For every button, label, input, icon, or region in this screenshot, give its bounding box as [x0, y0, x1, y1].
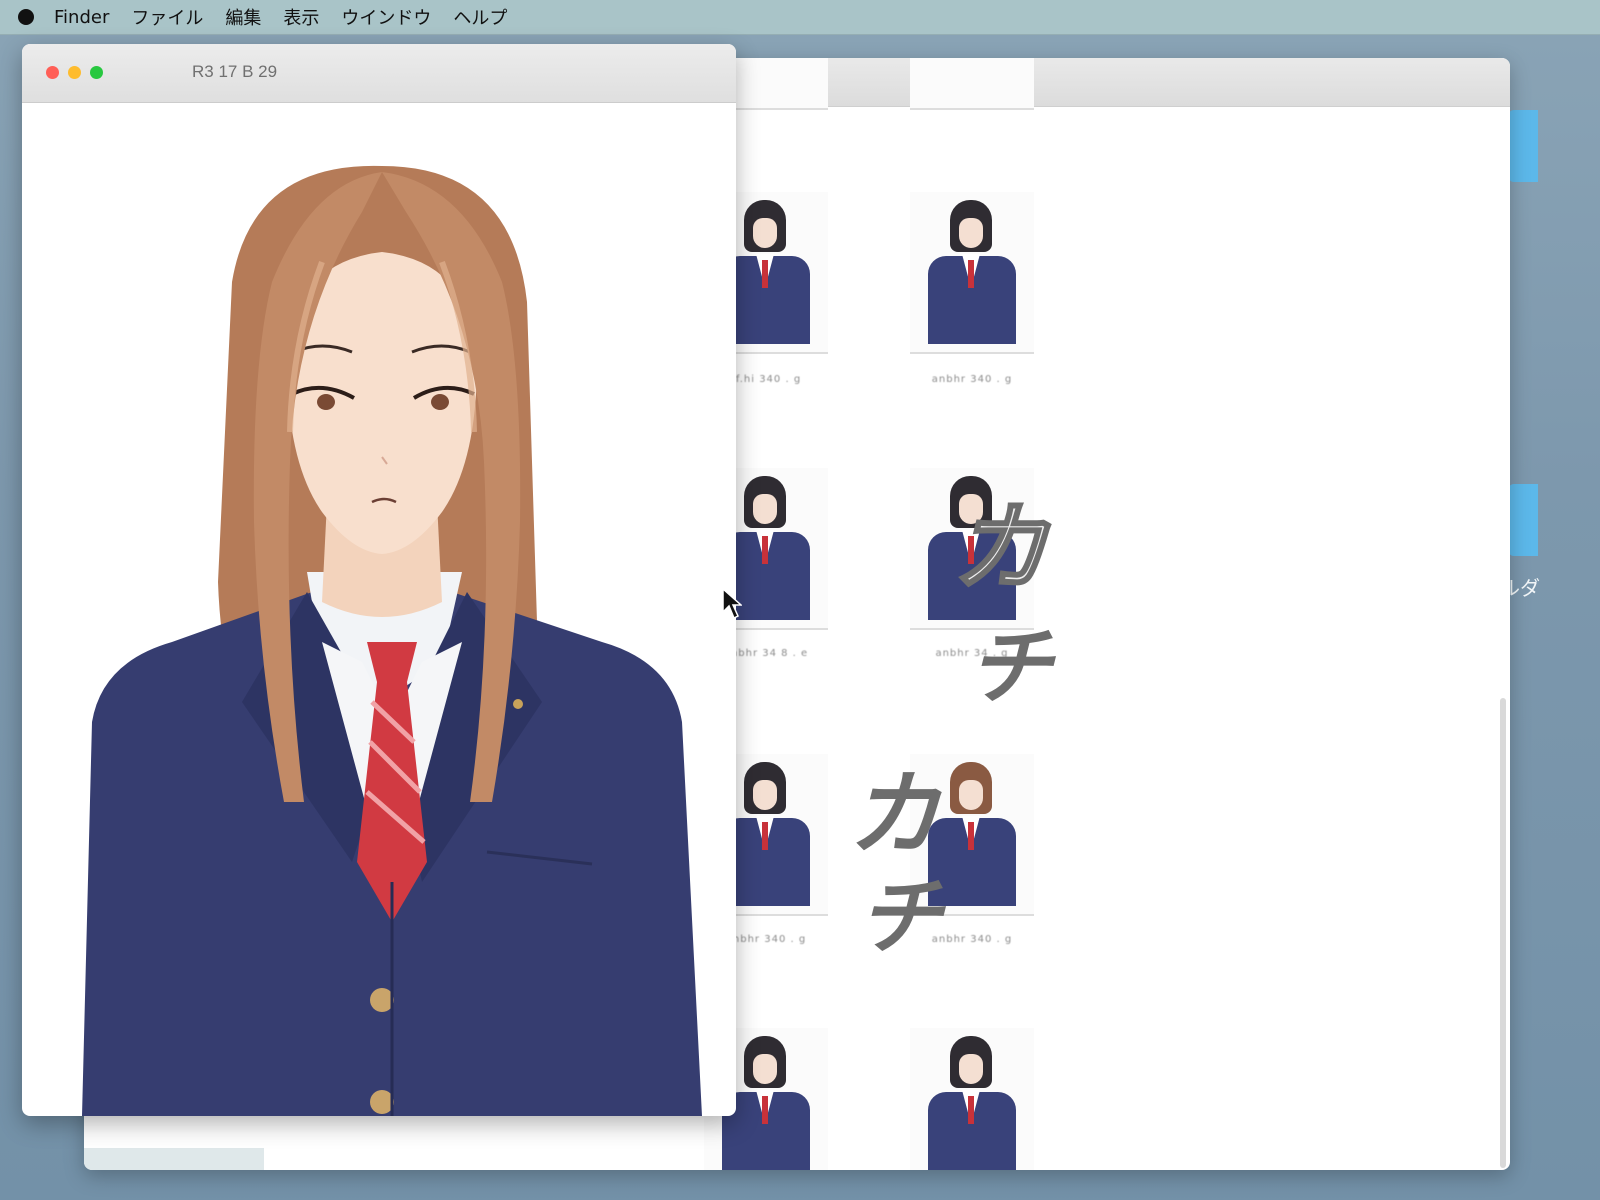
menu-app-finder[interactable]: Finder: [54, 7, 109, 28]
photo-thumbnail[interactable]: [910, 58, 1034, 110]
menu-help[interactable]: ヘルプ: [453, 4, 507, 30]
traffic-light-close-icon[interactable]: [46, 66, 59, 79]
character-illustration: [82, 165, 702, 1116]
window-title: R3 17 B 29: [192, 62, 278, 81]
preview-title-bar[interactable]: R3 17 B 29: [22, 44, 736, 103]
menu-bar: Finder ファイル 編集 表示 ウインドウ ヘルプ: [0, 0, 1600, 35]
photo-thumbnail[interactable]: [910, 1028, 1034, 1170]
menu-edit[interactable]: 編集: [225, 4, 261, 30]
folder-icon[interactable]: [1508, 484, 1538, 556]
menu-view[interactable]: 表示: [283, 4, 319, 30]
sound-effect-text: チ: [968, 618, 1053, 716]
menu-file[interactable]: ファイル: [131, 4, 203, 30]
mouse-pointer-icon: [722, 588, 742, 620]
traffic-light-zoom-icon[interactable]: [90, 66, 103, 79]
apple-icon[interactable]: [18, 9, 34, 25]
preview-window: R3 17 B 29: [22, 44, 736, 1116]
photo-thumbnail[interactable]: [910, 192, 1034, 354]
traffic-light-minimize-icon[interactable]: [68, 66, 81, 79]
folder-icon[interactable]: [1508, 110, 1538, 182]
finder-sidebar: [84, 1148, 264, 1170]
menu-window[interactable]: ウインドウ: [341, 4, 431, 30]
sound-effect-text: チ: [858, 868, 943, 966]
sound-effect-text: カ: [951, 491, 1050, 606]
thumbnail-label: anbhr 340 . g: [931, 374, 1013, 385]
finder-scrollbar[interactable]: [1500, 698, 1506, 1168]
